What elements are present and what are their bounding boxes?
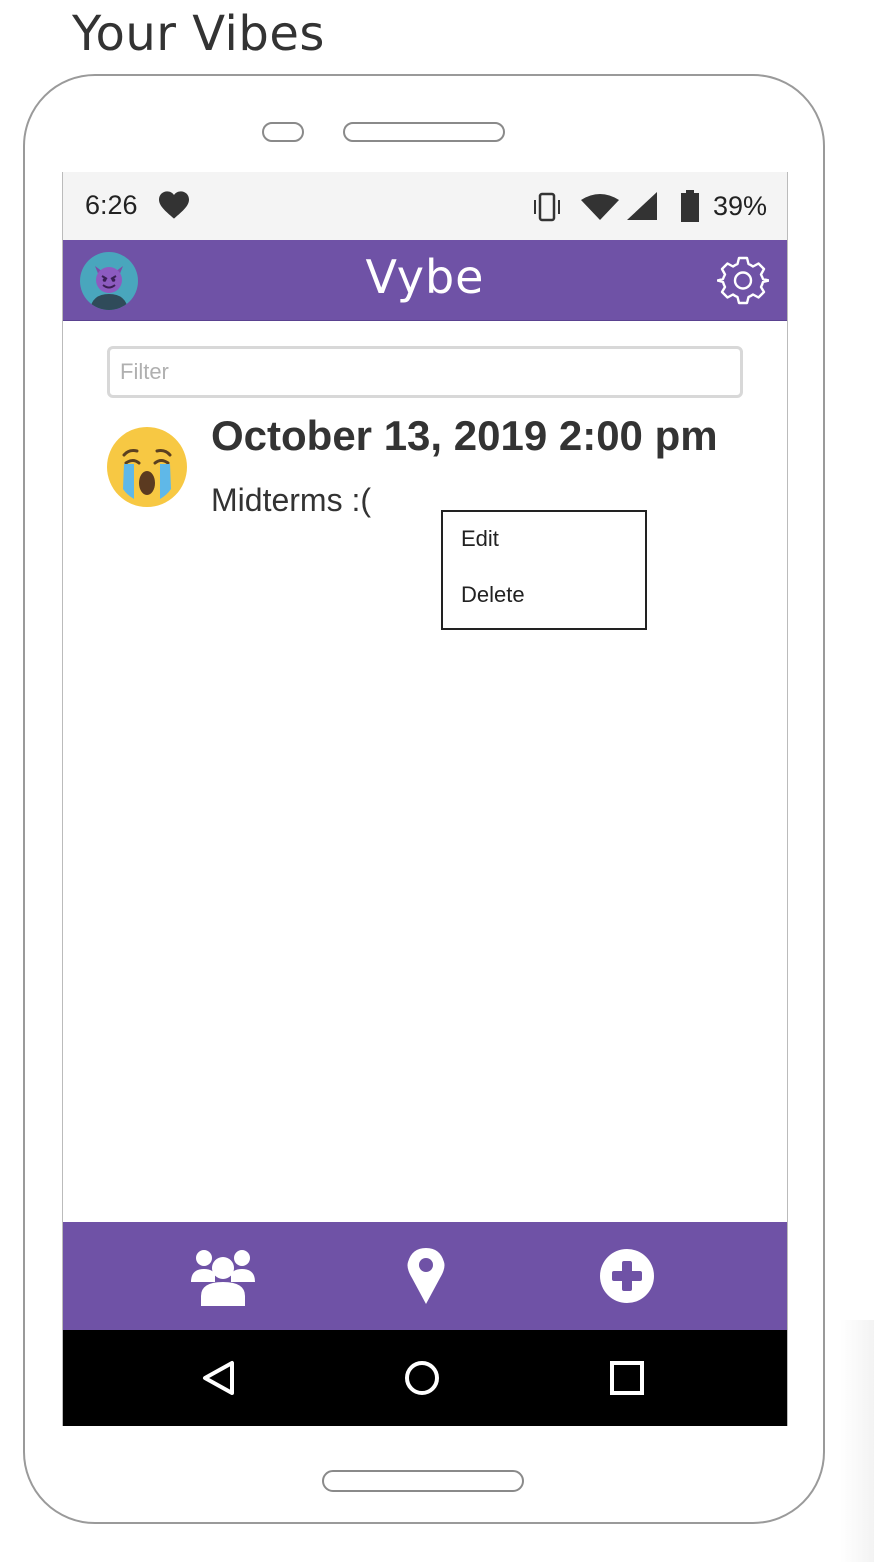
recents-button[interactable] xyxy=(577,1330,677,1426)
crying-face-icon xyxy=(107,427,187,512)
add-icon xyxy=(600,1249,654,1303)
wifi-icon xyxy=(581,194,619,225)
nav-people-button[interactable] xyxy=(163,1222,283,1330)
home-icon xyxy=(405,1361,439,1395)
battery-percentage: 39% xyxy=(713,191,768,221)
nav-map-button[interactable] xyxy=(366,1222,486,1330)
people-icon xyxy=(191,1250,255,1306)
map-pin-icon xyxy=(407,1248,445,1304)
system-nav-bar xyxy=(63,1330,787,1426)
app-title: Vybe xyxy=(365,250,485,304)
phone-sensor xyxy=(262,122,304,142)
menu-item-delete[interactable]: Delete xyxy=(461,582,525,608)
back-button[interactable] xyxy=(168,1330,268,1426)
phone-screen: 6:26 39% Vybe Filter October 13, 2019 2:… xyxy=(62,172,788,1426)
phone-home-bar xyxy=(322,1470,524,1492)
signal-icon xyxy=(627,192,657,225)
phone-speaker xyxy=(343,122,505,142)
menu-item-edit[interactable]: Edit xyxy=(461,526,499,552)
heart-icon xyxy=(157,190,191,225)
vibrate-icon xyxy=(531,192,563,227)
filter-input[interactable] xyxy=(107,346,743,398)
bottom-nav xyxy=(63,1222,787,1330)
status-time: 6:26 xyxy=(85,190,138,220)
side-shade xyxy=(840,1320,874,1562)
page-title: Your Vibes xyxy=(72,6,325,62)
back-icon xyxy=(203,1361,234,1395)
app-bar: Vybe xyxy=(63,240,787,321)
nav-add-button[interactable] xyxy=(567,1222,687,1330)
gear-icon[interactable] xyxy=(716,254,771,311)
entry-date: October 13, 2019 2:00 pm xyxy=(211,412,718,459)
home-button[interactable] xyxy=(372,1330,472,1426)
battery-icon xyxy=(680,190,700,227)
context-menu: Edit Delete xyxy=(441,510,647,630)
entry-note: Midterms :( xyxy=(211,482,371,518)
recents-icon xyxy=(610,1361,644,1395)
status-bar: 6:26 39% xyxy=(63,172,787,240)
